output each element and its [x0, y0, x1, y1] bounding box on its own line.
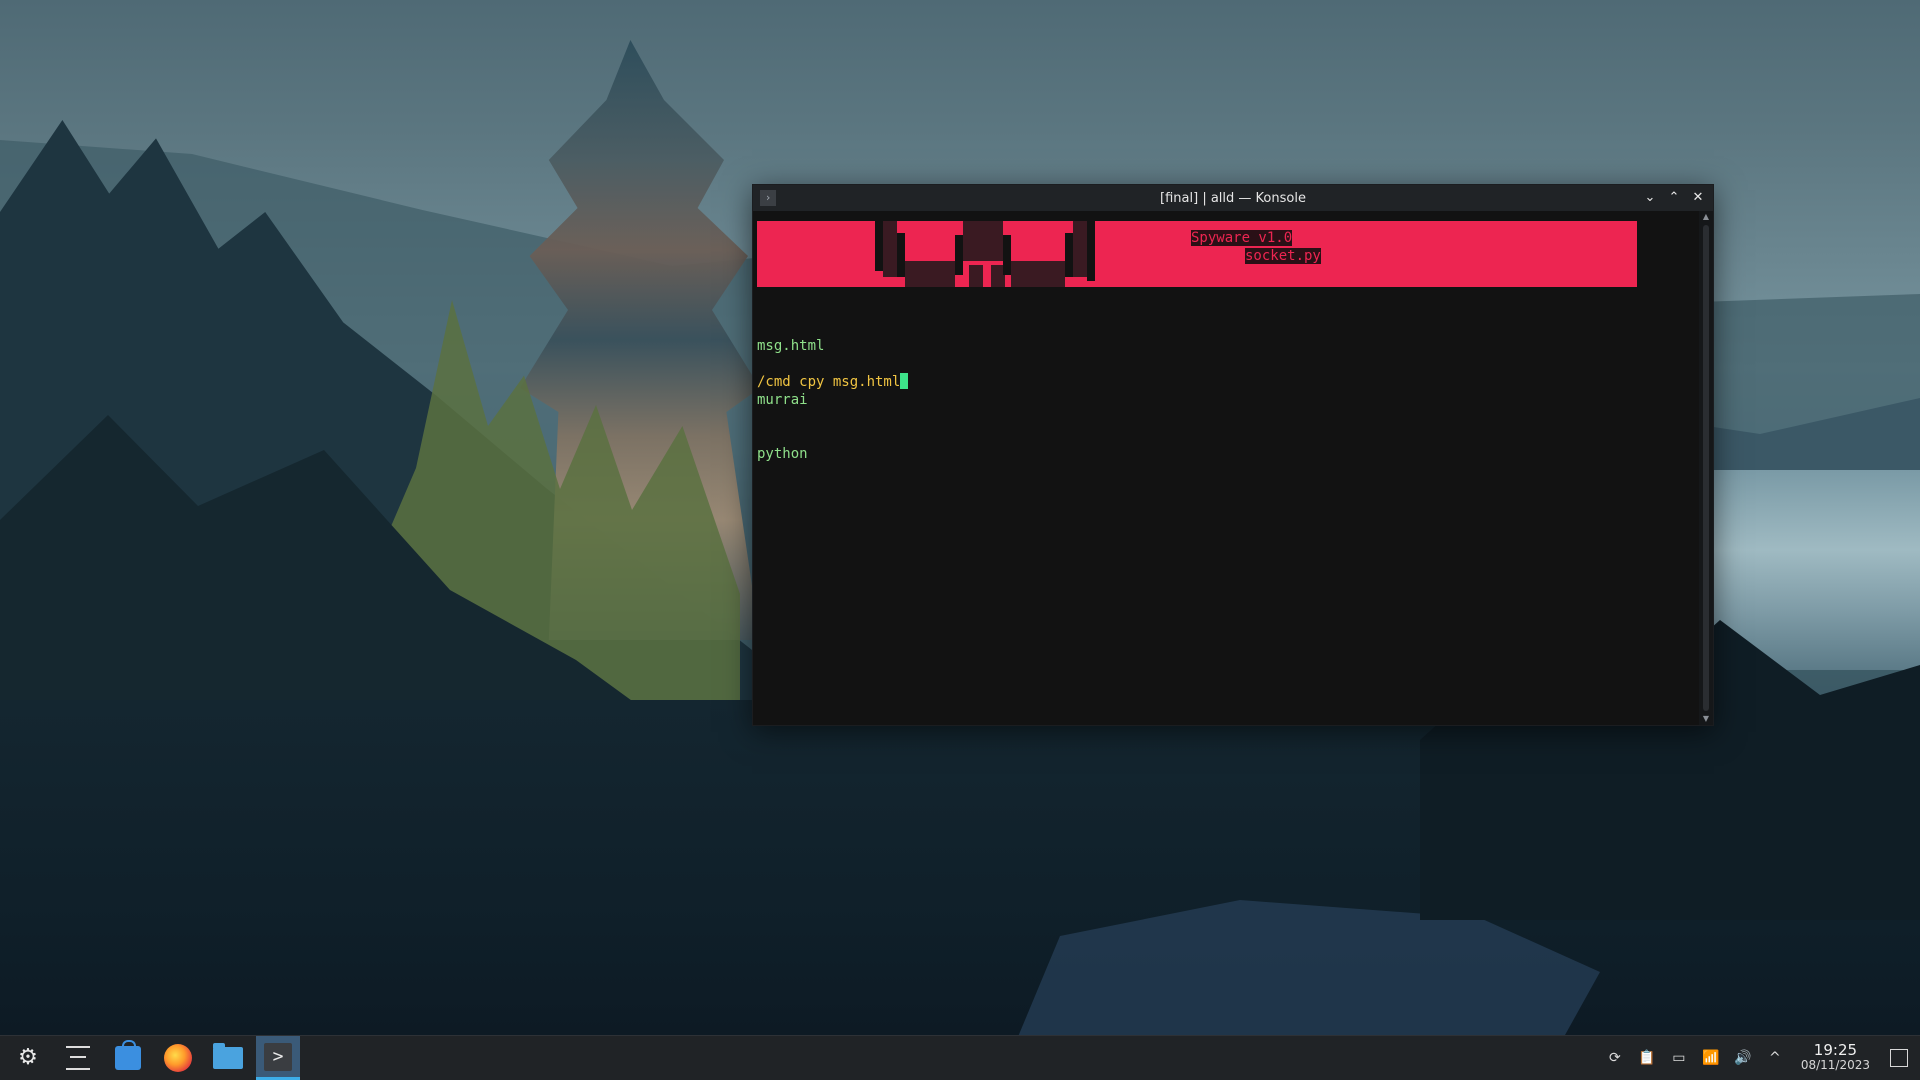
- window-title: [final] | alld — Konsole: [1160, 190, 1306, 206]
- banner-subtitle-text: socket.py: [1245, 248, 1321, 264]
- maximize-button[interactable]: ⌃: [1665, 189, 1683, 207]
- banner-dark-segment: [905, 261, 955, 287]
- terminal-scrollbar[interactable]: ▲ ▼: [1699, 211, 1713, 725]
- banner-block-edge: [1622, 227, 1632, 281]
- banner-gap: [875, 221, 883, 271]
- banner-dark-segment: [883, 221, 897, 277]
- volume-icon[interactable]: 🔊: [1733, 1048, 1753, 1068]
- wifi-icon[interactable]: 📶: [1701, 1048, 1721, 1068]
- taskbar: ⚙ > ⟳ 📋 ▭ 📶 🔊 ^ 19:25 08/11/2023: [0, 1035, 1920, 1080]
- command-line[interactable]: /cmd cpy msg.html: [757, 373, 909, 391]
- system-tray: ⟳ 📋 ▭ 📶 🔊 ^ 19:25 08/11/2023: [1605, 1043, 1920, 1073]
- update-icon[interactable]: ⟳: [1605, 1048, 1625, 1068]
- tray-expand-icon[interactable]: ^: [1765, 1048, 1785, 1068]
- firefox-button[interactable]: [156, 1036, 200, 1080]
- file-manager-button[interactable]: [206, 1036, 250, 1080]
- scroll-up-arrow-icon[interactable]: ▲: [1699, 211, 1713, 223]
- banner-gap: [1087, 221, 1095, 281]
- clock-time: 19:25: [1813, 1041, 1858, 1059]
- banner-dark-segment: [1073, 221, 1087, 277]
- terminal-icon: >: [264, 1042, 292, 1071]
- banner-dark-segment: [963, 221, 1003, 261]
- window-titlebar[interactable]: › [final] | alld — Konsole ⌄ ⌃ ✕: [753, 185, 1713, 211]
- ls-entry: murrai: [757, 392, 808, 408]
- close-button[interactable]: ✕: [1689, 189, 1707, 207]
- scroll-down-arrow-icon[interactable]: ▼: [1699, 713, 1713, 725]
- konsole-app-icon[interactable]: ›: [760, 190, 776, 206]
- show-desktop-icon[interactable]: [1890, 1049, 1908, 1067]
- banner-dark-segment: [1011, 261, 1065, 287]
- banner-gap: [955, 235, 963, 275]
- digital-clock[interactable]: 19:25 08/11/2023: [1801, 1043, 1870, 1073]
- folder-icon: [213, 1043, 243, 1069]
- clock-date: 08/11/2023: [1800, 1058, 1870, 1072]
- command-text: /cmd cpy msg.html: [757, 374, 901, 390]
- discover-store-button[interactable]: [106, 1036, 150, 1080]
- banner-gap: [897, 233, 905, 277]
- ls-entry: msg.html: [757, 338, 825, 354]
- banner-gap: [1003, 235, 1011, 275]
- banner-line-2: socket.py: [1245, 247, 1321, 265]
- store-bag-icon: [115, 1040, 141, 1070]
- banner-gap: [1065, 233, 1073, 277]
- overview-button[interactable]: [56, 1036, 100, 1080]
- ascii-art-banner: Spyware v1.0 socket.py: [757, 215, 1645, 287]
- ls-entry: python: [757, 446, 808, 462]
- scrollbar-track[interactable]: [1703, 225, 1709, 711]
- battery-icon[interactable]: ▭: [1669, 1048, 1689, 1068]
- overview-icon: [66, 1046, 90, 1070]
- minimize-button[interactable]: ⌄: [1641, 189, 1659, 207]
- clipboard-icon[interactable]: 📋: [1637, 1048, 1657, 1068]
- konsole-window[interactable]: › [final] | alld — Konsole ⌄ ⌃ ✕ Spyware…: [752, 184, 1714, 726]
- banner-line-1: Spyware v1.0: [1191, 229, 1293, 247]
- application-launcher-button[interactable]: ⚙: [6, 1036, 50, 1080]
- konsole-task-button[interactable]: >: [256, 1036, 300, 1080]
- text-cursor: [900, 373, 909, 389]
- ls-output: msg.html murrai python: [757, 301, 824, 499]
- firefox-icon: [164, 1044, 192, 1072]
- banner-title-text: Spyware v1.0: [1191, 230, 1293, 246]
- terminal-area[interactable]: Spyware v1.0 socket.py msg.html murrai p…: [753, 211, 1699, 725]
- banner-dark-segment: [969, 265, 983, 287]
- launcher-icon: ⚙: [18, 1045, 38, 1070]
